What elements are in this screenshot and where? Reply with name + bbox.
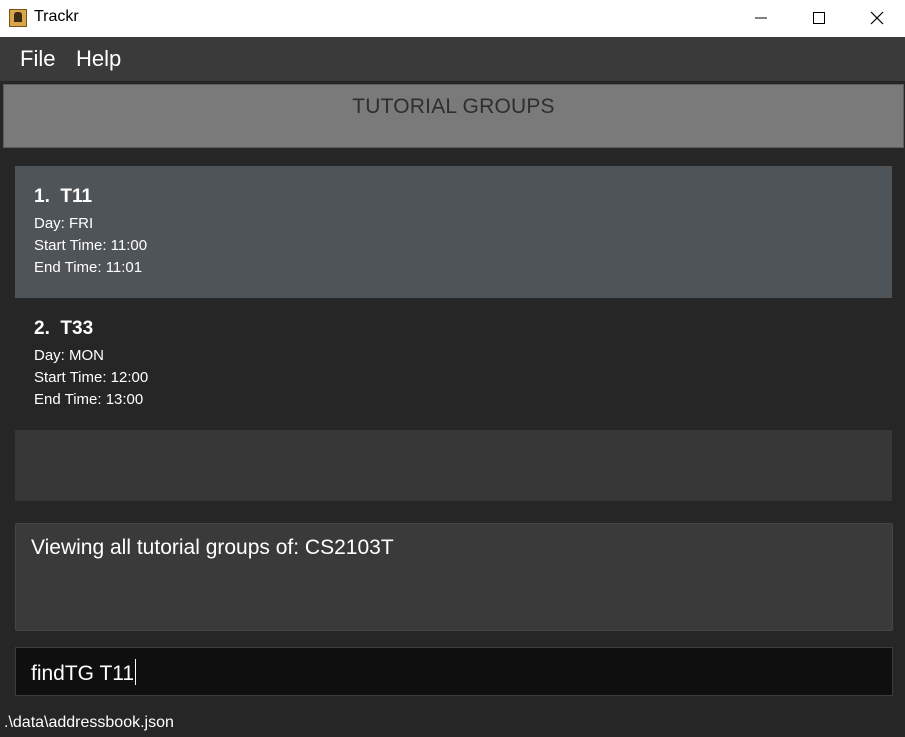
tutorial-group-start-time: Start Time: 12:00 bbox=[34, 369, 149, 386]
maximize-icon bbox=[813, 12, 825, 24]
tutorial-group-start-time: Start Time: 11:00 bbox=[34, 237, 148, 254]
result-display[interactable]: Viewing all tutorial groups of: CS2103T bbox=[15, 523, 893, 631]
result-message: Viewing all tutorial groups of: CS2103T bbox=[31, 536, 394, 559]
tutorial-group-end-time: End Time: 11:01 bbox=[34, 259, 143, 276]
tutorial-group-end-time: End Time: 13:00 bbox=[34, 391, 144, 408]
command-text: findTG T11 bbox=[31, 662, 135, 685]
close-button[interactable] bbox=[848, 0, 905, 37]
tutorial-group-day: Day: MON bbox=[34, 347, 105, 364]
tutorial-group-list[interactable]: 1. T11 Day: FRI Start Time: 11:00 End Ti… bbox=[15, 166, 892, 501]
save-location: .\data\addressbook.json bbox=[4, 714, 174, 731]
tutorial-group-card[interactable]: 2. T33 Day: MON Start Time: 12:00 End Ti… bbox=[15, 298, 892, 430]
tutorial-group-title: 2. T33 bbox=[34, 318, 94, 339]
list-empty-area bbox=[15, 430, 892, 501]
trackr-app-icon bbox=[9, 9, 27, 27]
command-box[interactable]: findTG T11 bbox=[15, 647, 893, 696]
tutorial-group-card[interactable]: 1. T11 Day: FRI Start Time: 11:00 End Ti… bbox=[15, 166, 892, 298]
tutorial-group-title: 1. T11 bbox=[34, 186, 93, 207]
menu-bar: File Help bbox=[0, 37, 905, 81]
close-icon bbox=[870, 11, 884, 25]
title-bar: Trackr bbox=[0, 0, 905, 37]
section-header-title: TUTORIAL GROUPS bbox=[352, 95, 555, 118]
menu-help[interactable]: Help bbox=[76, 46, 121, 72]
window-title: Trackr bbox=[34, 8, 79, 25]
tutorial-group-day: Day: FRI bbox=[34, 215, 94, 232]
status-bar: .\data\addressbook.json bbox=[0, 708, 905, 737]
minimize-icon bbox=[755, 17, 767, 19]
command-input[interactable]: findTG T11 bbox=[31, 659, 137, 686]
section-header: TUTORIAL GROUPS bbox=[3, 84, 904, 148]
menu-file[interactable]: File bbox=[20, 46, 55, 72]
maximize-button[interactable] bbox=[790, 0, 848, 37]
minimize-button[interactable] bbox=[732, 0, 790, 37]
text-caret bbox=[135, 659, 137, 685]
